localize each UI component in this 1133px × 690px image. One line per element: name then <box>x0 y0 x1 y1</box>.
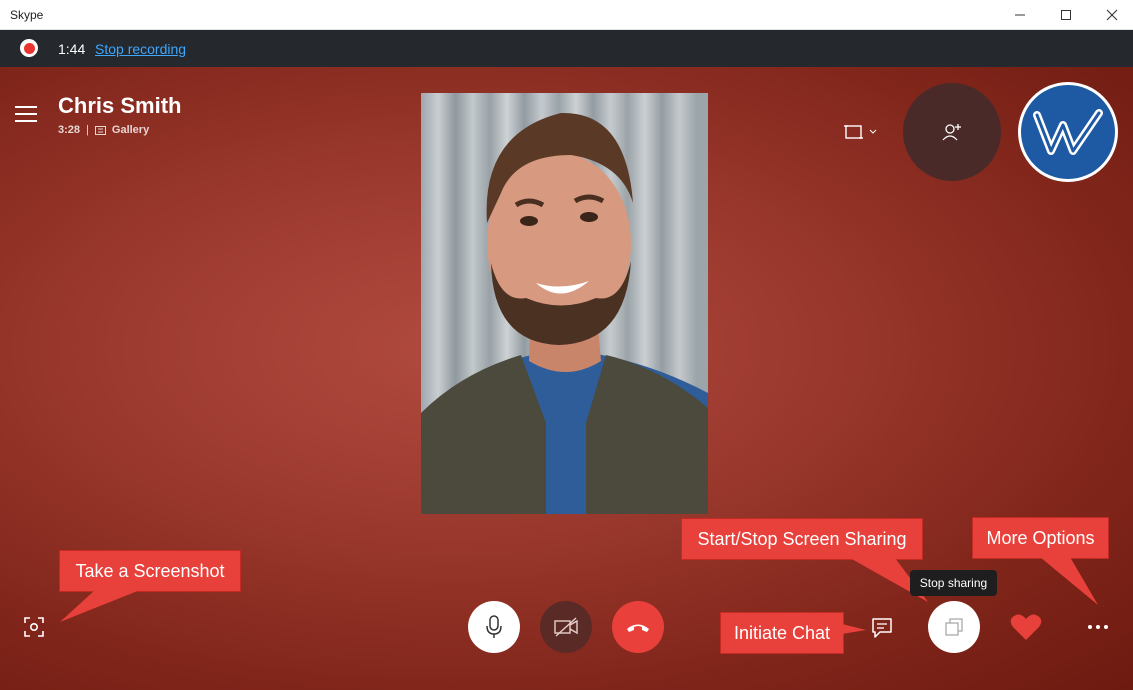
screen-share-button[interactable] <box>928 601 980 653</box>
minimize-icon <box>1015 14 1025 16</box>
react-button[interactable] <box>1008 611 1044 643</box>
title-bar: Skype <box>0 0 1133 30</box>
hang-up-icon <box>627 624 649 632</box>
screenshot-button[interactable] <box>18 611 50 643</box>
screen-share-icon <box>945 618 963 636</box>
mute-button[interactable] <box>468 601 520 653</box>
window-title: Skype <box>10 8 44 22</box>
video-off-icon <box>554 617 578 637</box>
more-options-icon <box>1088 625 1108 629</box>
maximize-icon <box>1061 10 1071 20</box>
chat-icon <box>872 618 892 638</box>
recording-indicator-icon <box>20 39 38 57</box>
stop-sharing-tooltip: Stop sharing <box>910 570 997 596</box>
chat-button[interactable] <box>867 613 897 643</box>
call-stage: Chris Smith 3:28 | Gallery Take a Screen… <box>0 67 1133 690</box>
minimize-button[interactable] <box>997 0 1043 30</box>
screenshot-icon <box>24 617 44 637</box>
recording-time: 1:44 <box>58 41 86 57</box>
video-toggle-button[interactable] <box>540 601 592 653</box>
callout-pointers <box>60 557 1098 634</box>
heart-icon <box>1010 614 1042 640</box>
recording-bar: 1:44 Stop recording <box>0 30 1133 67</box>
hang-up-button[interactable] <box>612 601 664 653</box>
more-options-button[interactable] <box>1082 613 1114 641</box>
close-button[interactable] <box>1089 0 1133 30</box>
maximize-button[interactable] <box>1043 0 1089 30</box>
stop-recording-link[interactable]: Stop recording <box>95 41 186 57</box>
close-icon <box>1106 9 1118 21</box>
microphone-icon <box>486 615 502 638</box>
